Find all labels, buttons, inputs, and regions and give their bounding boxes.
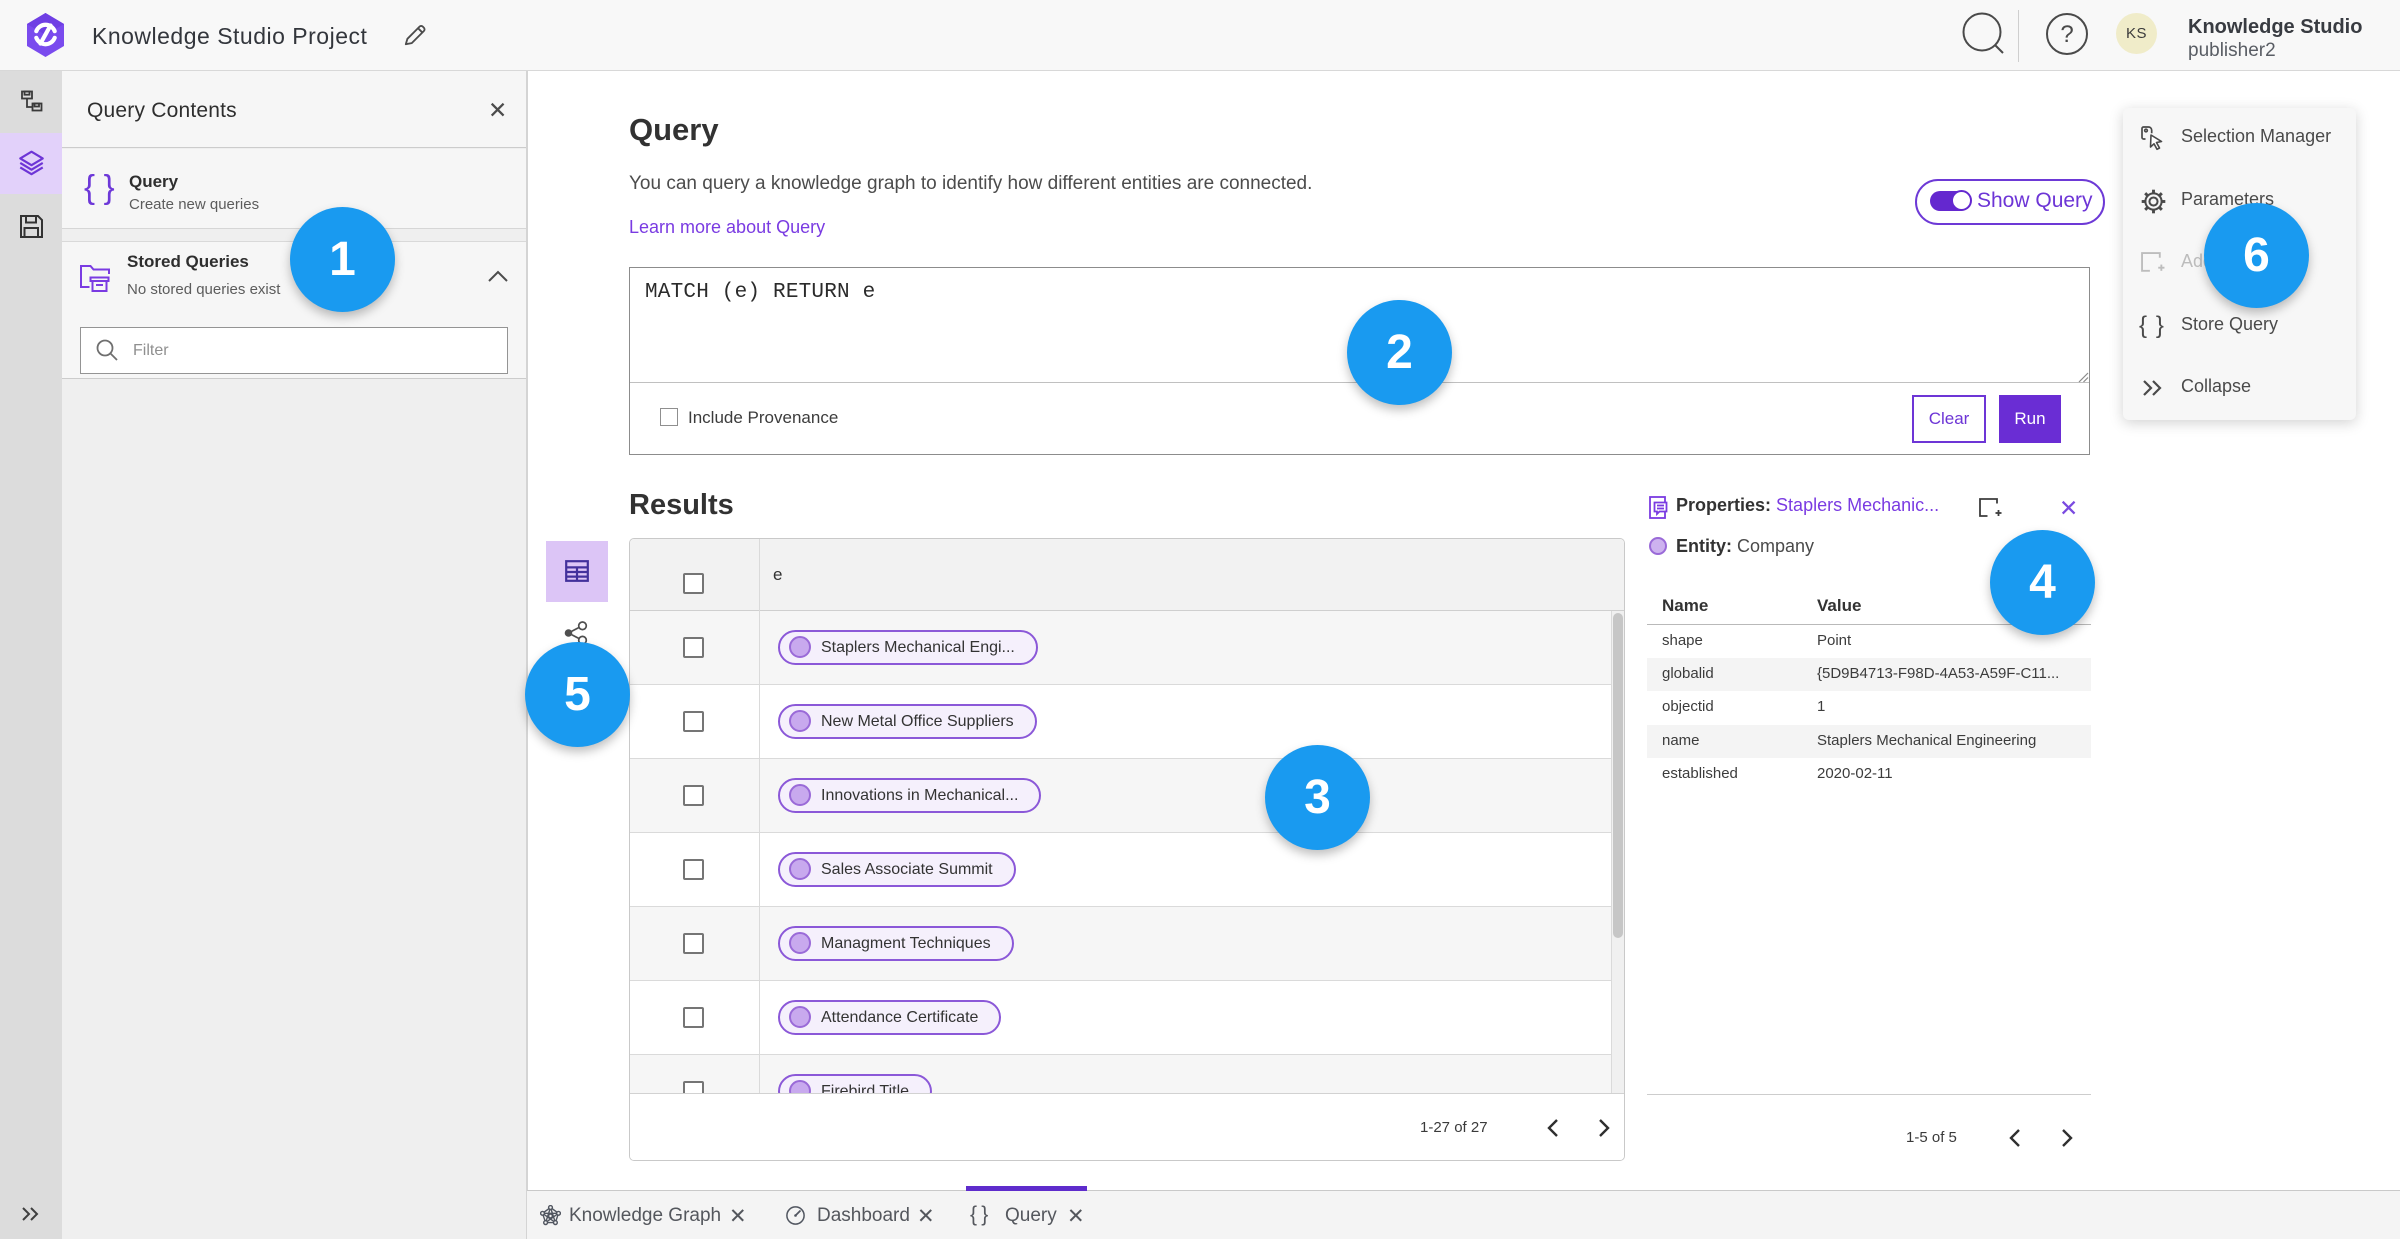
svg-text:?: ? bbox=[2060, 21, 2073, 48]
